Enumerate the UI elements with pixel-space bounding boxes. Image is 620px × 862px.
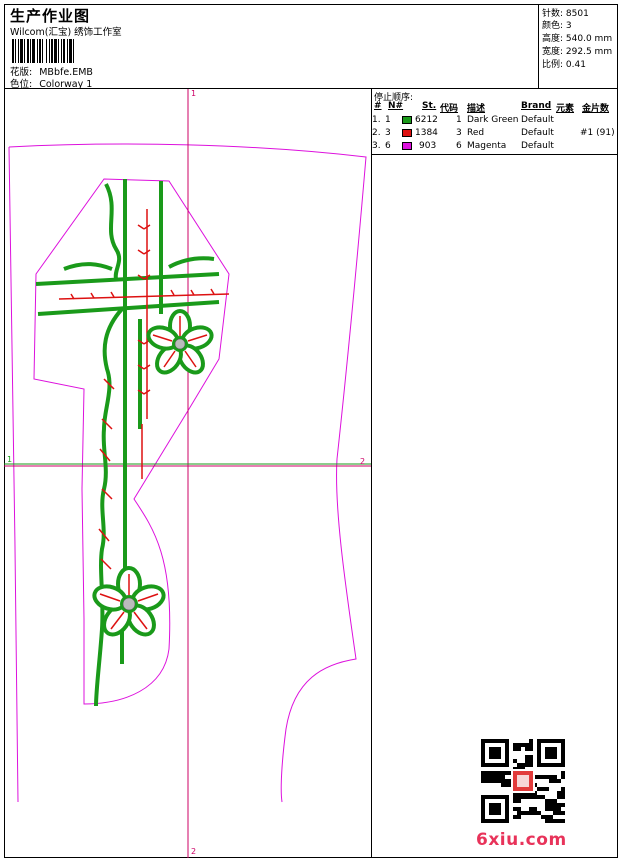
qr-code [481, 739, 565, 823]
header-info: 生产作业图 Wilcom(汇宝) 绣饰工作室 花版: MBbfe.EMB 色位:… [8, 4, 538, 90]
guide-label-v-bottom: 2 [191, 847, 197, 856]
panel-divider [371, 89, 372, 858]
color-swatch [402, 116, 412, 124]
col-header-num: # [374, 101, 382, 111]
stop-row: 3. 6 903 6 Magenta Default [372, 141, 554, 151]
guide-label-h-right: 2 [360, 457, 366, 466]
page-title: 生产作业图 [10, 7, 91, 25]
color-swatch [402, 142, 412, 150]
colorway-row: 色位: Colorway 1 [10, 76, 92, 90]
stop-row: 1. 1 6212 1 Dark Green Default [372, 115, 554, 125]
col-header-element: 元素 [556, 104, 575, 114]
embroidery-preview [4, 89, 371, 858]
color-swatch [402, 129, 412, 137]
stat-scale: 比例: 0.41 [542, 60, 586, 70]
design-canvas: 1 2 1 2 [4, 89, 371, 858]
garment-left-edge [8, 146, 19, 803]
stop-row: 2. 3 1384 3 Red Default #1 (91) [372, 128, 615, 138]
guide-label-v-top: 1 [191, 89, 197, 98]
guide-label-h-left: 1 [7, 455, 13, 464]
col-header-brand: Brand [521, 101, 552, 111]
header: 生产作业图 Wilcom(汇宝) 绣饰工作室 花版: MBbfe.EMB 色位:… [4, 4, 618, 90]
barcode [12, 39, 74, 63]
col-header-n: N# [388, 101, 404, 111]
flower-top [146, 309, 214, 375]
col-header-st: St. [422, 101, 437, 111]
watermark-logo: 6xiu.com [476, 830, 567, 850]
col-header-code: 代码 [440, 104, 459, 114]
col-header-sequins: 金片数 [582, 104, 610, 114]
stat-height: 高度: 540.0 mm [542, 34, 613, 44]
stop-sequence-panel: 停止顺序: # N# St. 代码 描述 Brand 元素 金片数 1. 1 6… [372, 89, 618, 155]
stat-width: 宽度: 292.5 mm [542, 47, 613, 57]
stat-colors: 颜色: 3 [542, 21, 572, 31]
stats-panel: 针数: 8501 颜色: 3 高度: 540.0 mm 宽度: 292.5 mm… [538, 4, 618, 89]
studio-name: Wilcom(汇宝) 绣饰工作室 [10, 27, 122, 38]
col-header-desc: 描述 [467, 104, 486, 114]
